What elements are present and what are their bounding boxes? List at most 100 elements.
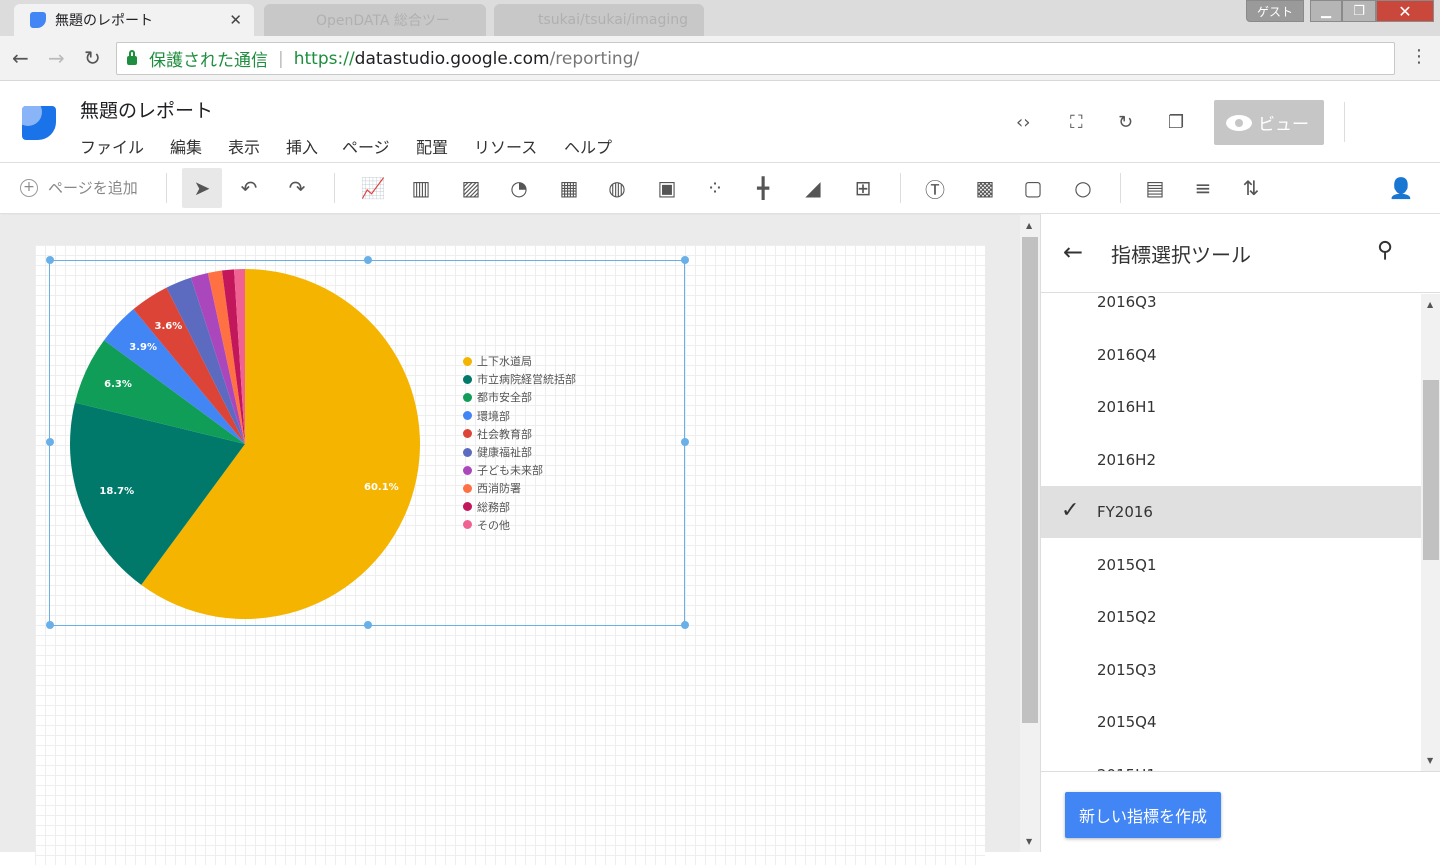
pivot-table-icon[interactable]: ⊞: [850, 175, 876, 201]
scrollbar-thumb[interactable]: [1022, 237, 1038, 723]
menu-page[interactable]: ページ: [342, 134, 390, 158]
view-button[interactable]: ビュー: [1214, 100, 1324, 145]
geo-map-icon[interactable]: ◍: [604, 175, 630, 201]
fullscreen-icon[interactable]: ⛶: [1070, 112, 1083, 133]
menu-edit[interactable]: 編集: [170, 134, 202, 158]
scroll-up-arrow-icon[interactable]: ▲: [1026, 221, 1032, 230]
divider: [1344, 102, 1345, 142]
maximize-icon[interactable]: ❐: [1342, 0, 1376, 22]
legend-item: 総務部: [463, 499, 510, 515]
metric-list-item[interactable]: 2016Q4: [1041, 329, 1421, 381]
resize-handle[interactable]: [46, 256, 54, 264]
redo-icon[interactable]: ↷: [284, 175, 310, 201]
divider: [1120, 173, 1121, 203]
metric-item-label: 2016Q4: [1097, 345, 1157, 364]
pie-chart-icon[interactable]: ◔: [506, 175, 532, 201]
combo-chart-icon[interactable]: ▨: [458, 175, 484, 201]
metric-list-item[interactable]: 2016H1: [1041, 381, 1421, 433]
panel-scrollbar[interactable]: ▲ ▼: [1421, 294, 1440, 772]
tab-background[interactable]: tsukai/tsukai/imaging: [494, 4, 704, 36]
time-series-chart-icon[interactable]: 📈: [360, 175, 386, 201]
menu-insert[interactable]: 挿入: [286, 134, 318, 158]
resize-handle[interactable]: [364, 256, 372, 264]
url-host: datastudio.google.com: [354, 48, 550, 69]
back-arrow-icon[interactable]: ←: [12, 46, 29, 70]
menu-resource[interactable]: リソース: [474, 134, 537, 158]
text-icon[interactable]: Ⓣ: [922, 175, 948, 202]
menu-file[interactable]: ファイル: [80, 134, 144, 158]
back-arrow-icon[interactable]: ←: [1063, 238, 1083, 266]
resize-handle[interactable]: [681, 621, 689, 629]
legend-item: 市立病院経営統括部: [463, 371, 576, 387]
metric-item-label: 2016H1: [1097, 398, 1156, 416]
add-page-button[interactable]: + ページを追加: [20, 177, 138, 198]
legend-swatch: [463, 447, 472, 457]
metric-list-item[interactable]: ✓ FY2016: [1041, 486, 1421, 538]
minimize-icon[interactable]: ▁: [1310, 0, 1342, 22]
scroll-down-arrow-icon[interactable]: ▼: [1427, 756, 1433, 765]
metric-list-item[interactable]: 2016H2: [1041, 434, 1421, 486]
tab-background[interactable]: OpenDATA 総合ツー: [264, 4, 486, 36]
search-icon[interactable]: ⚲: [1377, 238, 1393, 263]
legend-swatch: [463, 374, 472, 384]
legend-swatch: [463, 356, 472, 366]
menu-help[interactable]: ヘルプ: [564, 134, 612, 158]
rectangle-icon[interactable]: ▢: [1020, 175, 1046, 201]
resize-handle[interactable]: [364, 621, 372, 629]
tab-close-icon[interactable]: ✕: [229, 11, 242, 29]
legend-swatch: [463, 411, 472, 421]
metric-list-item[interactable]: 2015H1: [1041, 749, 1421, 773]
report-title[interactable]: 無題のレポート: [80, 96, 213, 123]
resize-handle[interactable]: [681, 438, 689, 446]
report-page[interactable]: 上下水道局 市立病院経営統括部 都市安全部 環境部 社会教育部 健康福祉部 子ども未来部 西消…: [35, 245, 985, 865]
menu-view[interactable]: 表示: [228, 134, 260, 158]
metric-item-label: 2016Q3: [1097, 294, 1157, 311]
resize-handle[interactable]: [46, 438, 54, 446]
metric-item-label: 2015Q1: [1097, 555, 1157, 574]
metric-list-item[interactable]: 2015Q2: [1041, 591, 1421, 643]
forward-arrow-icon[interactable]: →: [48, 46, 65, 70]
refresh-icon[interactable]: ↻: [1118, 112, 1133, 133]
copy-icon[interactable]: ❐: [1168, 112, 1184, 133]
tab-active[interactable]: 無題のレポート ✕: [14, 4, 254, 36]
lock-icon: [127, 50, 137, 65]
metric-list-item[interactable]: 2015Q1: [1041, 539, 1421, 591]
table-icon[interactable]: ▦: [556, 175, 582, 201]
menu-arrange[interactable]: 配置: [416, 134, 448, 158]
window-close-icon[interactable]: ✕: [1376, 0, 1434, 22]
scatter-chart-icon[interactable]: ⁘: [702, 175, 728, 201]
create-metric-button[interactable]: 新しい指標を作成: [1065, 792, 1221, 838]
url-input[interactable]: 保護された通信 | https:// datastudio.google.com…: [116, 42, 1395, 75]
bullet-chart-icon[interactable]: ╋: [750, 175, 776, 201]
filter-icon[interactable]: ≡: [1190, 175, 1216, 201]
area-chart-icon[interactable]: ◢: [800, 175, 826, 201]
date-range-icon[interactable]: ▤: [1142, 175, 1168, 201]
metric-list-item[interactable]: 2016Q3: [1041, 294, 1421, 328]
image-icon[interactable]: ▩: [972, 175, 998, 201]
resize-handle[interactable]: [46, 621, 54, 629]
panel-header: ← 指標選択ツール ⚲: [1041, 214, 1440, 293]
pie-chart[interactable]: [50, 261, 686, 627]
resize-handle[interactable]: [681, 256, 689, 264]
scorecard-icon[interactable]: ▣: [654, 175, 680, 201]
select-pointer-icon[interactable]: ➤: [182, 168, 222, 208]
legend-item: 環境部: [463, 408, 510, 424]
metric-list-item[interactable]: 2015Q4: [1041, 696, 1421, 748]
circle-icon[interactable]: ○: [1070, 175, 1096, 201]
canvas-scrollbar[interactable]: ▲ ▼: [1020, 215, 1040, 852]
scrollbar-thumb[interactable]: [1423, 380, 1439, 560]
scroll-up-arrow-icon[interactable]: ▲: [1427, 300, 1433, 309]
undo-icon[interactable]: ↶: [236, 175, 262, 201]
legend-item: その他: [463, 517, 510, 533]
embed-code-icon[interactable]: ‹›: [1016, 112, 1030, 133]
selected-pie-chart[interactable]: 上下水道局 市立病院経営統括部 都市安全部 環境部 社会教育部 健康福祉部 子ども未来部 西消…: [49, 260, 685, 626]
kebab-menu-icon[interactable]: ⋮: [1410, 46, 1428, 67]
reload-icon[interactable]: ↻: [84, 46, 101, 70]
guest-badge[interactable]: ゲスト: [1246, 0, 1304, 22]
scroll-down-arrow-icon[interactable]: ▼: [1026, 837, 1032, 846]
metric-list-item[interactable]: 2015Q3: [1041, 644, 1421, 696]
bar-chart-icon[interactable]: ▥: [408, 175, 434, 201]
data-control-icon[interactable]: ⇅: [1238, 175, 1264, 201]
legend-label: 健康福祉部: [477, 446, 532, 459]
share-person-add-icon[interactable]: 👤: [1386, 175, 1416, 201]
